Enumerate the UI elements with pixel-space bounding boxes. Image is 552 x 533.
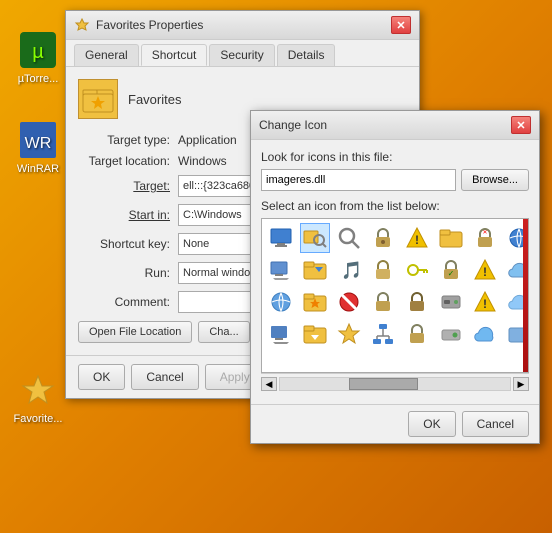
change-icon-content: Look for icons in this file: Browse... S… [251,140,539,404]
icon-grid: ! ✕ 🎵 [262,219,528,353]
icon-cell-magnify[interactable] [334,223,364,253]
favorites-cancel-button[interactable]: Cancel [131,364,198,390]
icon-cell-lock5[interactable] [402,287,432,317]
icon-cell-warning3[interactable]: ! [470,287,500,317]
target-type-value: Application [178,133,237,147]
icon-cell-lock1[interactable] [368,223,398,253]
scroll-left-button[interactable]: ◀ [261,377,277,391]
icon-cell-folder-yellow[interactable] [436,223,466,253]
change-icon-buttons: OK Cancel [251,404,539,443]
scrollbar-thumb [349,378,418,390]
target-location-value: Windows [178,154,227,168]
open-file-location-button[interactable]: Open File Location [78,321,192,343]
target-location-label: Target location: [78,154,178,168]
svg-text:✕: ✕ [482,230,487,236]
tab-security[interactable]: Security [209,44,274,66]
icon-cell-lock3[interactable] [368,255,398,285]
title-left: Favorites Properties [74,17,203,33]
comment-label: Comment: [78,295,178,309]
winrar-icon: WR [18,120,58,160]
icon-cell-warning1[interactable]: ! [402,223,432,253]
icon-cell-star-big[interactable] [334,319,364,349]
tab-shortcut[interactable]: Shortcut [141,44,208,66]
favorites-dialog-close-button[interactable]: ✕ [391,16,411,34]
select-icon-label: Select an icon from the list below: [261,199,529,213]
change-icon-titlebar: Change Icon ✕ [251,111,539,140]
icon-cell-monitor[interactable] [266,223,296,253]
svg-text:WR: WR [25,135,52,152]
change-icon-title: Change Icon [259,118,327,132]
icon-cell-folder-arrow[interactable] [300,255,330,285]
accent-bar [523,219,528,372]
scrollbar-track[interactable] [279,377,511,391]
icon-cell-lock6[interactable] [402,319,432,349]
change-icon-ok-button[interactable]: OK [408,411,455,437]
favorites-ok-button[interactable]: OK [78,364,125,390]
svg-text:!: ! [415,233,419,247]
run-label: Run: [78,266,178,280]
icon-cell-network[interactable] [368,319,398,349]
favorites-folder-icon [78,79,118,119]
icon-cell-drive2[interactable] [436,319,466,349]
icon-cell-lock2[interactable]: ✕ [470,223,500,253]
file-input[interactable] [261,169,456,191]
file-row: Browse... [261,169,529,191]
change-icon-close-button[interactable]: ✕ [511,116,531,134]
utorrent-icon: µ [18,30,58,70]
favorites-dialog-titlebar: Favorites Properties ✕ [66,11,419,40]
icon-cell-folder-star[interactable] [300,287,330,317]
icon-cell-pc2[interactable] [266,319,296,349]
icon-cell-lock4[interactable] [368,287,398,317]
utorrent-label: µTorre... [18,73,59,85]
look-for-label: Look for icons in this file: [261,150,529,164]
change-icon-dialog: Change Icon ✕ Look for icons in this fil… [250,110,540,444]
svg-text:µ: µ [32,41,44,63]
scroll-right-button[interactable]: ▶ [513,377,529,391]
desktop-icon-winrar[interactable]: WR WinRAR [8,120,68,175]
tabs-row: General Shortcut Security Details [66,40,419,67]
icon-cell-drive[interactable] [436,287,466,317]
start-in-label: Start in: [78,208,178,222]
favorites-title-icon [74,17,90,33]
icon-cell-no-symbol[interactable] [334,287,364,317]
desktop-icon-favorites[interactable]: Favorite... [8,370,68,425]
svg-text:!: ! [483,297,487,311]
browse-button[interactable]: Browse... [461,169,529,191]
icon-cell-folder-up[interactable] [300,319,330,349]
shortcut-key-label: Shortcut key: [78,237,178,251]
target-type-label: Target type: [78,133,178,147]
winrar-label: WinRAR [17,163,59,175]
icon-cell-lock-check[interactable]: ✓ [436,255,466,285]
icon-cell-music[interactable]: 🎵 [334,255,364,285]
icon-cell-key[interactable] [402,255,432,285]
tab-details[interactable]: Details [277,44,336,66]
icon-grid-container: ! ✕ 🎵 [261,218,529,373]
change-icon-cancel-button[interactable]: Cancel [462,411,529,437]
favorites-desktop-icon [18,370,58,410]
icon-cell-globe2[interactable] [266,287,296,317]
icon-cell-warning2[interactable]: ! [470,255,500,285]
icon-cell-pc-blue[interactable] [266,255,296,285]
scrollbar-row: ◀ ▶ [261,373,529,394]
favorites-label: Favorites [128,92,181,107]
favorites-desktop-label: Favorite... [14,413,63,425]
svg-text:🎵: 🎵 [341,261,361,280]
change-icon-small-button[interactable]: Cha... [198,321,249,343]
desktop-icon-utorrent[interactable]: µ µTorre... [8,30,68,85]
svg-text:!: ! [483,265,487,279]
icon-cell-cloud3[interactable] [470,319,500,349]
target-label: Target: [78,179,178,193]
icon-cell-folder-search[interactable] [300,223,330,253]
favorites-dialog-title: Favorites Properties [96,18,203,32]
svg-text:✓: ✓ [448,269,455,278]
tab-general[interactable]: General [74,44,139,66]
